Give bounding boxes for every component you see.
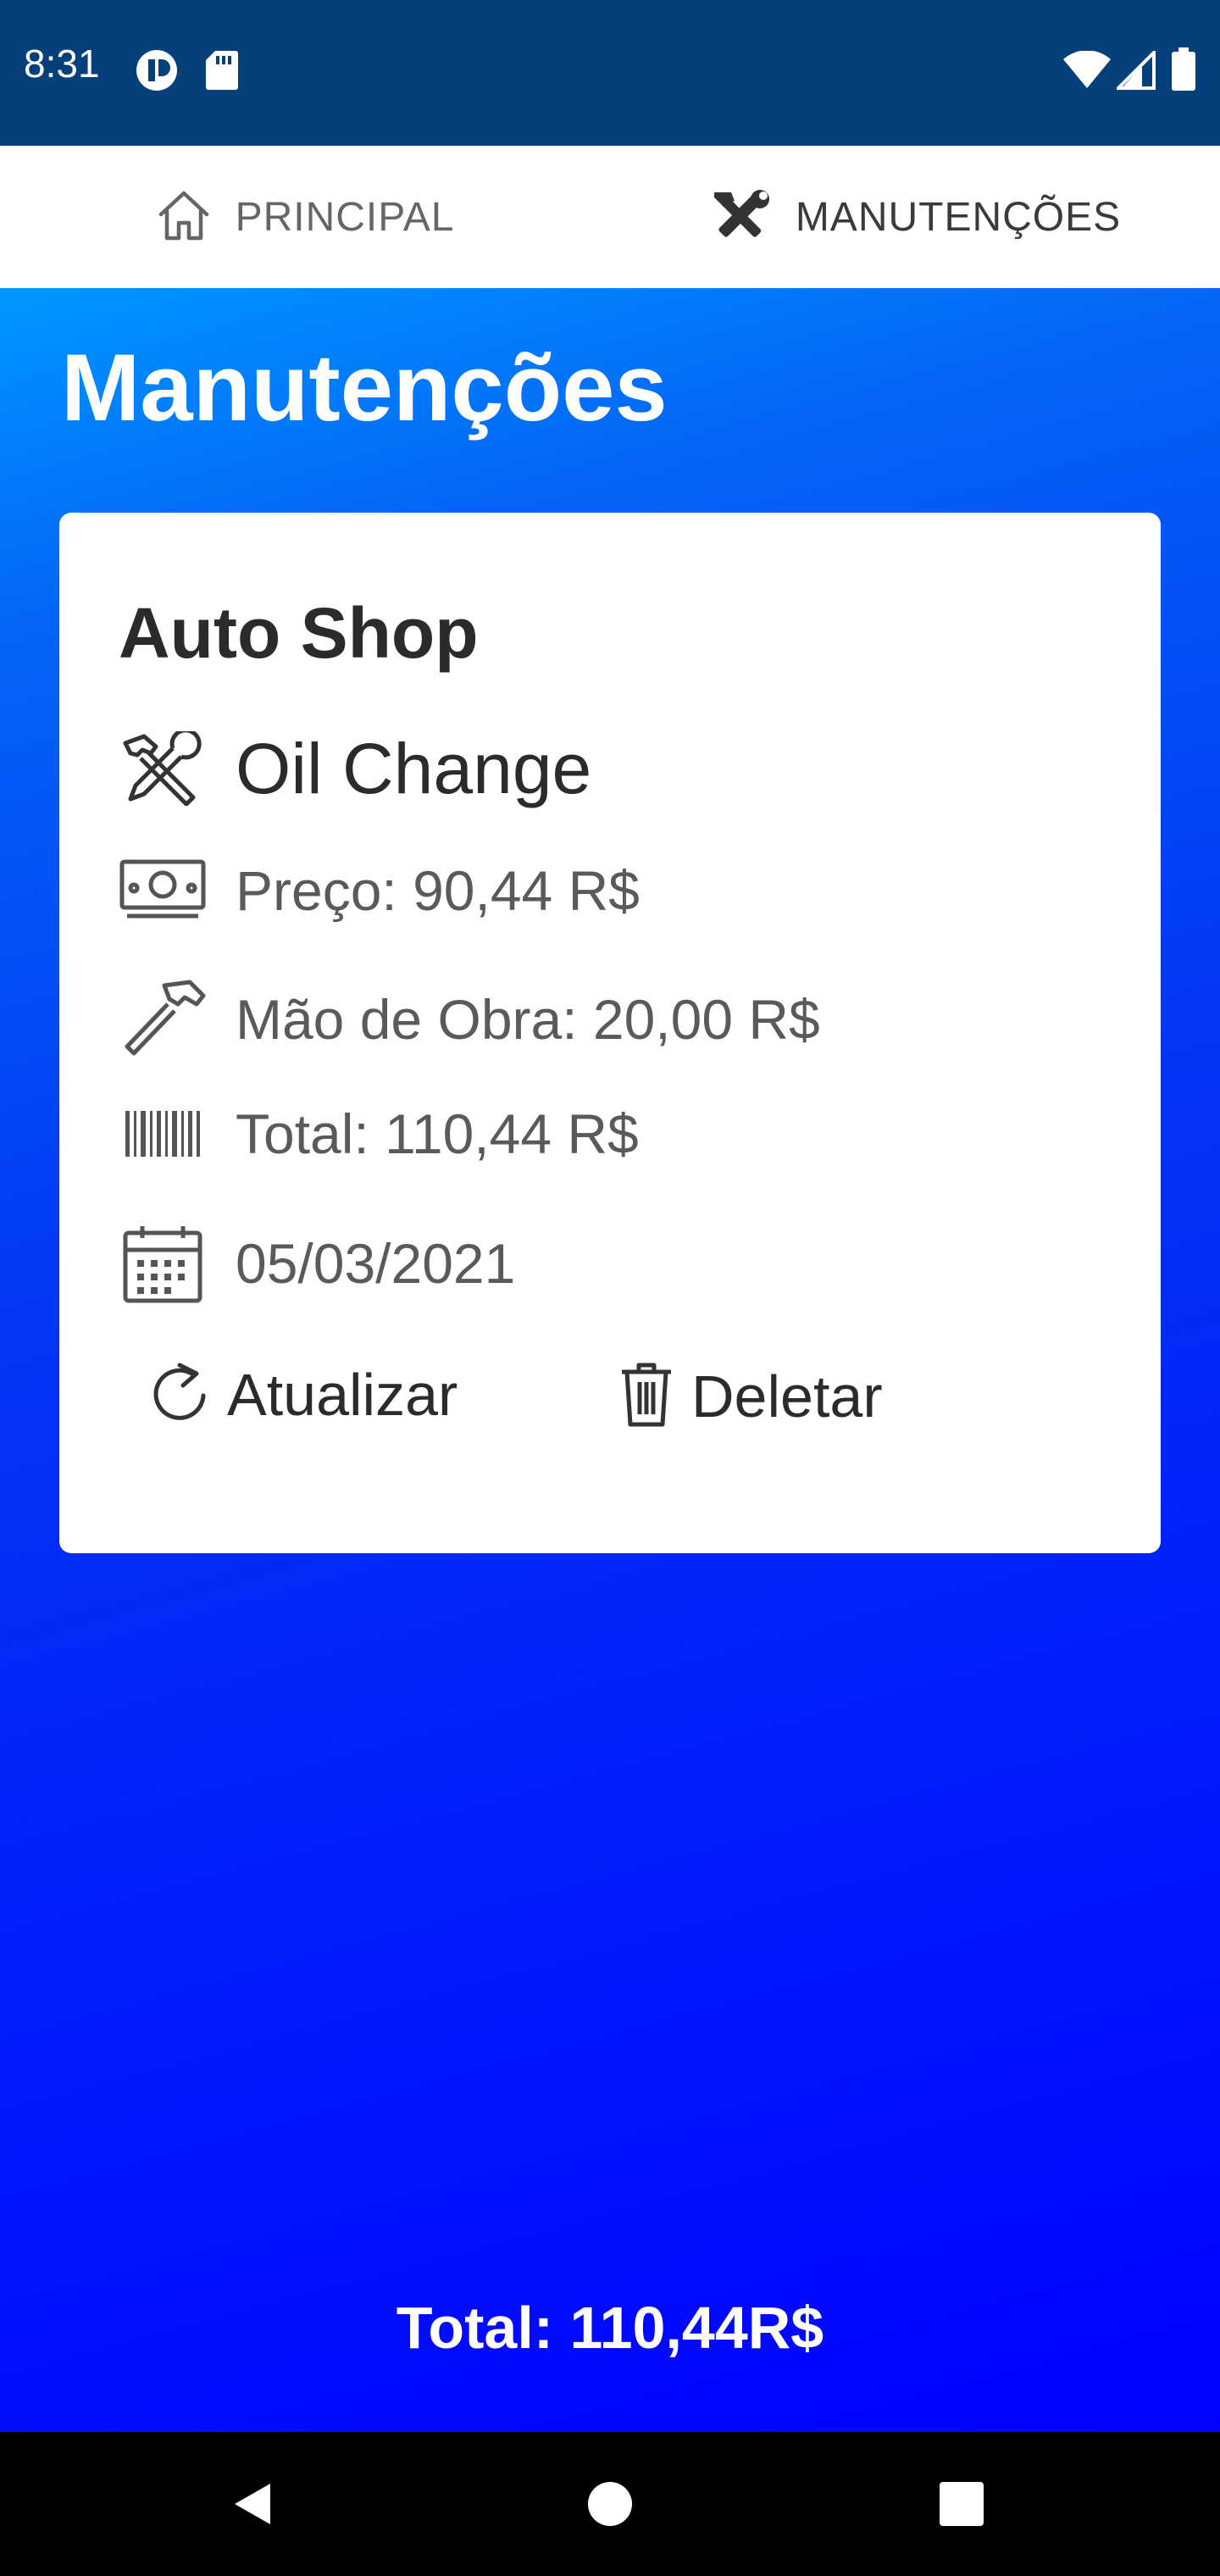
delete-button[interactable]: Deletar [618,1360,883,1432]
sd-card-icon [205,49,239,92]
status-bar: 8:31 [0,0,1220,146]
tab-principal[interactable]: PRINCIPAL [0,146,610,288]
page-title: Manutenções [61,335,668,441]
home-button[interactable] [580,2474,640,2534]
recents-button[interactable] [932,2474,991,2534]
app-notification-icon [136,49,178,92]
refresh-icon [149,1360,210,1429]
main-content: Manutenções Auto Shop Oil Change Preço: … [0,288,1220,2432]
battery-icon [1171,47,1196,92]
tab-manutencoes[interactable]: MANUTENÇÕES [610,146,1220,288]
cell-signal-icon [1117,51,1156,90]
update-button[interactable]: Atualizar [149,1360,458,1429]
service-row: Oil Change [119,731,591,806]
navigation-bar [0,2432,1220,2576]
date-row: 05/03/2021 [119,1223,515,1304]
price-text: Preço: 90,44 R$ [236,859,640,922]
hammer-icon [119,979,207,1060]
update-button-label: Atualizar [227,1361,458,1428]
home-circle-icon [588,2482,632,2526]
tools-icon [119,731,207,806]
money-icon [119,857,207,924]
delete-button-label: Deletar [691,1363,883,1430]
tab-principal-label: PRINCIPAL [235,194,455,240]
trash-icon [618,1360,674,1432]
price-row: Preço: 90,44 R$ [119,857,640,924]
shop-name: Auto Shop [119,593,479,673]
tools-icon [709,189,772,246]
home-icon [156,187,212,247]
tab-bar: PRINCIPAL MANUTENÇÕES [0,146,1220,436]
total-text: Total: 110,44 R$ [236,1102,639,1165]
back-triangle-icon [235,2484,270,2524]
barcode-icon [119,1104,207,1163]
service-name: Oil Change [236,729,592,808]
recents-square-icon [940,2482,984,2526]
tab-manutencoes-label: MANUTENÇÕES [795,194,1122,240]
status-time: 8:31 [24,42,100,86]
maintenance-card: Auto Shop Oil Change Preço: 90,44 R$ Mão… [59,513,1161,1553]
total-row: Total: 110,44 R$ [119,1104,639,1163]
labor-text: Mão de Obra: 20,00 R$ [236,988,820,1051]
date-text: 05/03/2021 [236,1232,516,1295]
wifi-icon [1062,51,1112,90]
calendar-icon [119,1223,207,1304]
footer-total: Total: 110,44R$ [396,2295,824,2361]
labor-row: Mão de Obra: 20,00 R$ [119,979,820,1060]
back-button[interactable] [222,2474,281,2534]
